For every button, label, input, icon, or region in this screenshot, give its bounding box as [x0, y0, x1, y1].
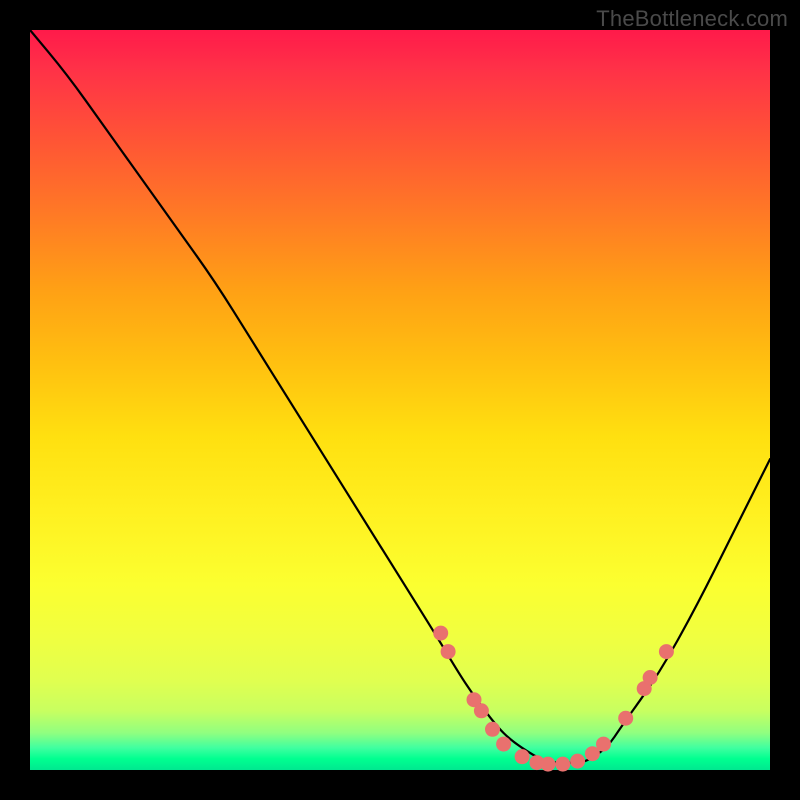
data-marker: [441, 644, 456, 659]
data-marker: [541, 757, 556, 772]
data-marker: [570, 754, 585, 769]
data-marker: [433, 626, 448, 641]
plot-area: [30, 30, 770, 770]
data-marker: [485, 722, 500, 737]
watermark-text: TheBottleneck.com: [596, 6, 788, 32]
data-marker: [555, 757, 570, 772]
data-marker: [643, 670, 658, 685]
data-marker: [659, 644, 674, 659]
data-marker: [618, 711, 633, 726]
data-marker: [474, 703, 489, 718]
curve-svg: [30, 30, 770, 770]
chart-container: TheBottleneck.com: [0, 0, 800, 800]
data-marker: [496, 737, 511, 752]
data-marker: [515, 749, 530, 764]
data-marker: [596, 737, 611, 752]
